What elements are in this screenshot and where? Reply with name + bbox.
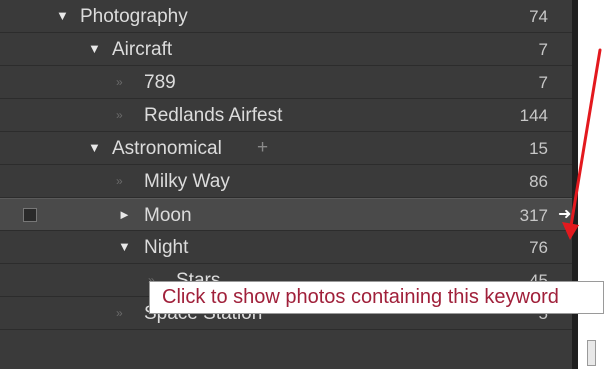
keyword-label: 789 xyxy=(144,72,176,93)
expand-triangle-icon[interactable]: ▼ xyxy=(88,140,101,156)
keyword-label: Milky Way xyxy=(144,171,230,192)
keyword-count: 74 xyxy=(529,7,548,26)
keyword-label: Photography xyxy=(80,6,188,27)
keyword-count: 7 xyxy=(538,73,548,92)
keyword-count: 317 xyxy=(519,206,548,225)
leaf-marker-icon: » xyxy=(116,108,123,122)
keyword-row-night[interactable]: ▼ Night 76 xyxy=(0,231,572,264)
keyword-row-789[interactable]: » 789 7 xyxy=(0,66,572,99)
add-keyword-plus-icon[interactable]: + xyxy=(257,137,268,159)
show-photos-arrow-icon[interactable]: ➜ xyxy=(558,207,571,223)
keyword-row-empty xyxy=(0,330,572,369)
keyword-label: Aircraft xyxy=(112,39,173,60)
keyword-checkbox[interactable] xyxy=(23,208,37,222)
keyword-label: Night xyxy=(144,237,189,258)
keyword-row-astronomical[interactable]: ▼ Astronomical + 15 xyxy=(0,132,572,165)
expand-triangle-icon[interactable]: ▼ xyxy=(118,239,131,255)
leaf-marker-icon: » xyxy=(116,75,123,89)
expand-triangle-icon[interactable]: ► xyxy=(118,207,131,223)
keyword-row-milky-way[interactable]: » Milky Way 86 xyxy=(0,165,572,198)
keyword-label: Astronomical xyxy=(112,138,222,159)
leaf-marker-icon: » xyxy=(116,174,123,188)
keyword-count: 86 xyxy=(529,172,548,191)
scrollbar-thumb[interactable] xyxy=(587,340,596,366)
keyword-row-aircraft[interactable]: ▼ Aircraft 7 xyxy=(0,33,572,66)
expand-triangle-icon[interactable]: ▼ xyxy=(88,41,101,57)
keyword-label: Redlands Airfest xyxy=(144,105,283,126)
keyword-count: 7 xyxy=(538,40,548,59)
leaf-marker-icon: » xyxy=(116,306,123,320)
keyword-tooltip: Click to show photos containing this key… xyxy=(149,281,604,314)
expand-triangle-icon[interactable]: ▼ xyxy=(56,8,69,24)
keyword-row-photography[interactable]: ▼ Photography 74 xyxy=(0,0,572,33)
keyword-label: Moon xyxy=(144,205,192,226)
keyword-row-redlands-airfest[interactable]: » Redlands Airfest 144 xyxy=(0,99,572,132)
keyword-count: 15 xyxy=(529,139,548,158)
keyword-count: 144 xyxy=(519,106,548,125)
keyword-row-moon[interactable]: ► Moon 317 ➜ xyxy=(0,198,572,231)
keyword-count: 76 xyxy=(529,238,548,257)
